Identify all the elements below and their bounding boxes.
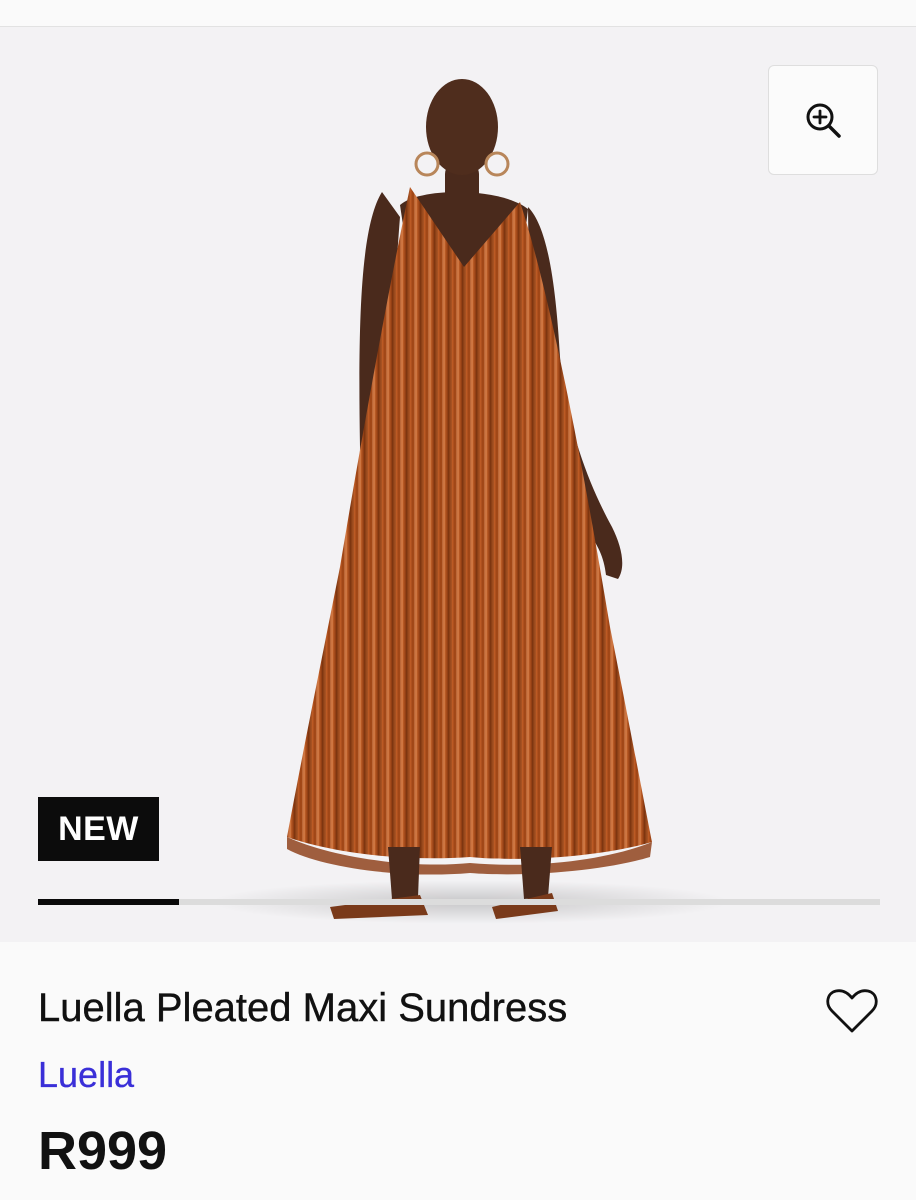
gallery-progress-fill (38, 899, 179, 905)
zoom-button[interactable] (768, 65, 878, 175)
gallery-progress-bar (38, 899, 880, 905)
wishlist-button[interactable] (824, 986, 880, 1036)
brand-link[interactable]: Luella (38, 1050, 134, 1100)
product-image-gallery[interactable]: NEW (0, 27, 916, 942)
new-badge: NEW (38, 797, 159, 861)
top-bar (0, 0, 916, 27)
heart-outline-icon (826, 989, 878, 1033)
product-price: R999 (38, 1121, 168, 1181)
product-info: Luella Pleated Maxi Sundress Luella R999 (0, 942, 916, 1200)
product-title: Luella Pleated Maxi Sundress (38, 986, 568, 1030)
zoom-in-icon (806, 103, 841, 138)
